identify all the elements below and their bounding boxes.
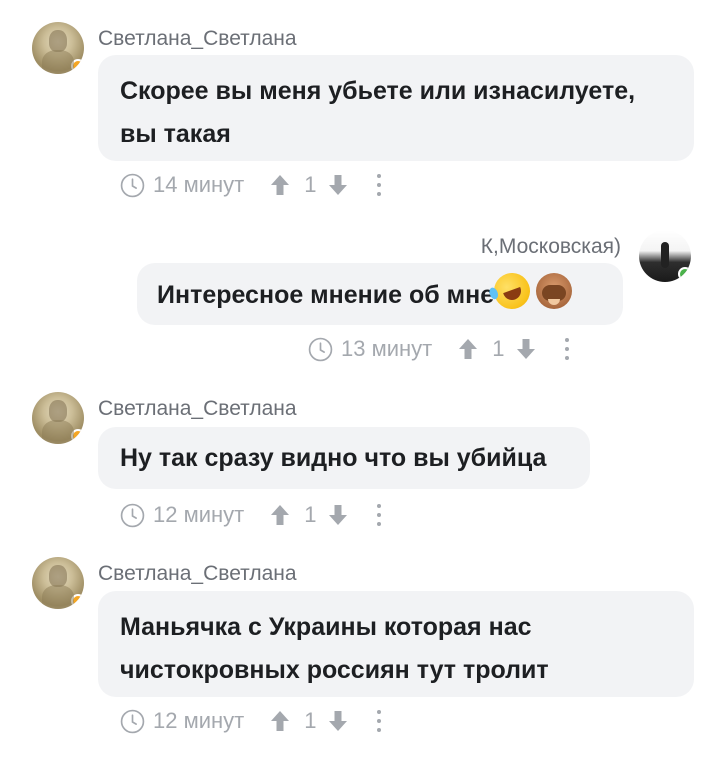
comment-text: Интересное мнение об мне [157, 281, 495, 309]
comment-time: 14 минут [153, 172, 245, 197]
comment-bubble: Интересное мнение об мне [137, 263, 623, 325]
downvote-arrow-icon[interactable] [328, 504, 348, 526]
rolling-on-floor-laughing-emoji [489, 267, 536, 315]
comment-meta: 12 минут 1 [120, 706, 382, 736]
clock-icon [120, 173, 145, 197]
upvote-arrow-icon[interactable] [270, 710, 290, 732]
comment-bubble: Скорее вы меня убьете или изнасилуете, в… [98, 55, 694, 161]
vote-count: 1 [492, 336, 505, 361]
downvote-arrow-icon[interactable] [516, 338, 536, 360]
avatar[interactable] [32, 392, 84, 444]
comment-author[interactable]: К,Московская) [481, 235, 621, 259]
downvote-arrow-icon[interactable] [328, 174, 348, 196]
comment-time: 12 минут [153, 708, 245, 733]
comment-meta: 14 минут 1 [120, 170, 382, 200]
avatar[interactable] [639, 230, 691, 282]
upvote-arrow-icon[interactable] [270, 504, 290, 526]
comment-text: Ну так сразу видно что вы убийца [120, 444, 547, 472]
online-status-dot [71, 594, 84, 608]
online-status-dot [71, 429, 84, 443]
upvote-arrow-icon[interactable] [458, 338, 478, 360]
avatar[interactable] [32, 557, 84, 609]
comment-author[interactable]: Светлана_Светлана [98, 397, 297, 421]
vote-count: 1 [304, 172, 317, 197]
comment-author[interactable]: Светлана_Светлана [98, 562, 297, 586]
comment-meta: 13 минут 1 [308, 334, 570, 364]
clock-icon [308, 337, 333, 361]
comment-text: Скорее вы меня убьете или изнасилуете, в… [120, 77, 636, 148]
online-status-dot [678, 267, 691, 281]
see-no-evil-monkey-emoji [536, 273, 573, 309]
vote-count: 1 [304, 708, 317, 733]
more-options-icon[interactable] [564, 338, 570, 360]
comment-bubble: Ну так сразу видно что вы убийца [98, 427, 590, 489]
avatar[interactable] [32, 22, 84, 74]
comment-text: Маньячка с Украины которая нас чистокров… [120, 613, 549, 684]
comment-bubble: Маньячка с Украины которая нас чистокров… [98, 591, 694, 697]
clock-icon [120, 709, 145, 733]
comment-meta: 12 минут 1 [120, 500, 382, 530]
vote-count: 1 [304, 502, 317, 527]
comment-time: 13 минут [341, 336, 433, 361]
comment-time: 12 минут [153, 502, 245, 527]
downvote-arrow-icon[interactable] [328, 710, 348, 732]
upvote-arrow-icon[interactable] [270, 174, 290, 196]
comment-author[interactable]: Светлана_Светлана [98, 27, 297, 51]
online-status-dot [71, 59, 84, 73]
clock-icon [120, 503, 145, 527]
more-options-icon[interactable] [376, 504, 382, 526]
more-options-icon[interactable] [376, 174, 382, 196]
more-options-icon[interactable] [376, 710, 382, 732]
